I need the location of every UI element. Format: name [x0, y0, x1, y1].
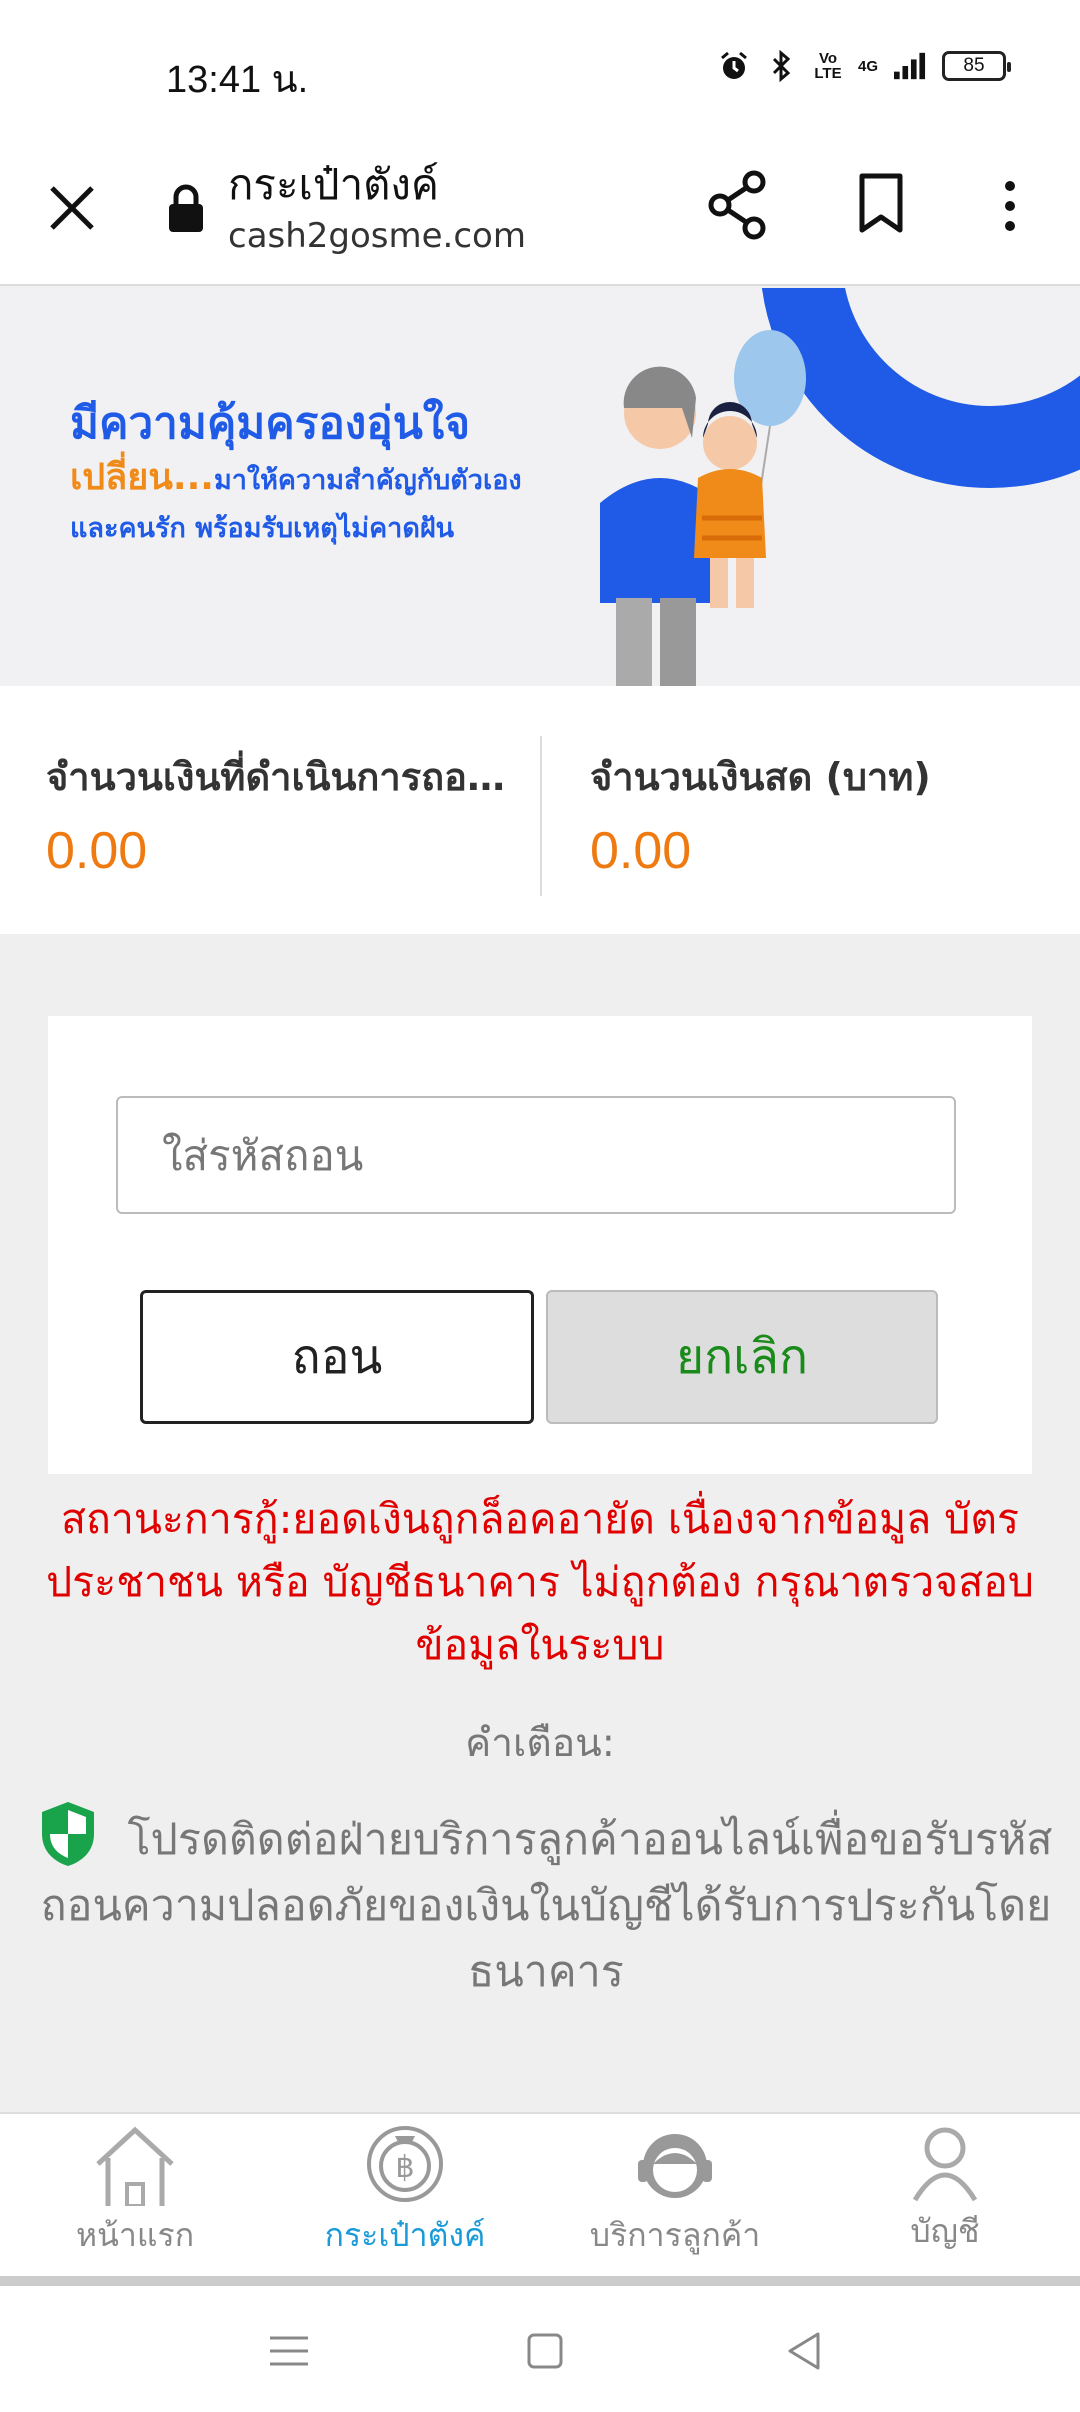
processing-amount-label: จำนวนเงินที่ดำเนินการถอน (บาท) — [46, 755, 530, 799]
volte-icon: Vo LTE — [814, 50, 842, 82]
back-icon[interactable] — [780, 2326, 830, 2376]
bottom-tab-bar: หน้าแรก ฿ กระเป๋าตังค์ บริการลูกค้า บัญช… — [0, 2112, 1080, 2276]
signal-icon — [894, 50, 926, 82]
battery-icon: 85 — [942, 51, 1011, 81]
tabbar-shadow — [0, 2276, 1080, 2286]
page-title: กระเป๋าตังค์ — [228, 160, 440, 209]
amount-summary: จำนวนเงินที่ดำเนินการถอน (บาท) 0.00 จำนว… — [0, 686, 1080, 934]
bookmark-icon[interactable] — [856, 172, 906, 236]
page-url[interactable]: cash2gosme.com — [228, 216, 526, 256]
tab-home[interactable]: หน้าแรก — [0, 2114, 270, 2278]
amount-divider — [540, 736, 542, 896]
tab-wallet[interactable]: ฿ กระเป๋าตังค์ — [270, 2114, 540, 2278]
alarm-icon — [718, 50, 750, 82]
system-nav-bar — [0, 2286, 1080, 2412]
family-illustration — [600, 330, 806, 686]
bluetooth-icon — [766, 50, 798, 82]
processing-amount: จำนวนเงินที่ดำเนินการถอน (บาท) 0.00 — [46, 746, 530, 881]
cash-amount: จำนวนเงินสด (บาท) 0.00 — [590, 746, 1060, 881]
cash-amount-label: จำนวนเงินสด (บาท) — [590, 755, 931, 799]
recent-apps-icon[interactable] — [264, 2326, 314, 2376]
cash-amount-value: 0.00 — [590, 822, 692, 880]
cancel-button[interactable]: ยกเลิก — [546, 1290, 938, 1424]
banner-subline-rest: มาให้ความสำคัญกับตัวเอง — [213, 465, 522, 496]
home-icon — [96, 2126, 174, 2206]
withdraw-button[interactable]: ถอน — [140, 1290, 534, 1424]
withdraw-form: ถอน ยกเลิก — [48, 1016, 1032, 1474]
account-icon — [912, 2127, 978, 2202]
status-icons: Vo LTE 4G 85 — [718, 50, 1011, 82]
tab-customer-service-label: บริการลูกค้า — [589, 2216, 761, 2254]
svg-text:฿: ฿ — [395, 2150, 414, 2185]
tab-account-label: บัญชี — [910, 2212, 980, 2250]
lock-icon[interactable] — [166, 184, 206, 234]
warning-title: คำเตือน: — [465, 1721, 615, 1766]
tab-customer-service[interactable]: บริการลูกค้า — [540, 2114, 810, 2278]
share-icon[interactable] — [706, 170, 770, 240]
more-vert-icon[interactable] — [990, 176, 1030, 236]
tab-wallet-label: กระเป๋าตังค์ — [324, 2216, 486, 2254]
banner-tagline: และคนรัก พร้อมรับเหตุไม่คาดฝัน — [70, 513, 455, 544]
warning-body-text: โปรดติดต่อฝ่ายบริการลูกค้าออนไลน์เพื่อขอ… — [40, 1815, 1053, 1997]
baht-bag-icon: ฿ — [367, 2126, 443, 2202]
browser-toolbar: กระเป๋าตังค์ cash2gosme.com — [0, 140, 1080, 286]
close-icon[interactable] — [44, 180, 100, 236]
warning-message: โปรดติดต่อฝ่ายบริการลูกค้าออนไลน์เพื่อขอ… — [16, 1800, 1076, 2005]
home-button-icon[interactable] — [520, 2326, 570, 2376]
status-time: 13:41 น. — [166, 59, 309, 101]
promo-banner[interactable]: มีความคุ้มครองอุ่นใจ เปลี่ยน...มาให้ความ… — [0, 288, 1080, 686]
banner-subline: เปลี่ยน...มาให้ความสำคัญกับตัวเอง — [70, 448, 522, 505]
tab-account[interactable]: บัญชี — [810, 2114, 1080, 2278]
network-type: 4G — [857, 57, 878, 75]
status-bar: 13:41 น. Vo LTE 4G 85 — [0, 0, 1080, 140]
customer-service-icon — [638, 2134, 712, 2198]
shield-icon — [42, 1802, 95, 1866]
withdraw-code-input[interactable] — [116, 1096, 956, 1214]
banner-highlight: เปลี่ยน... — [70, 457, 214, 498]
loan-status-message: สถานะการกู้:ยอดเงินถูกล็อคอายัด เนื่องจา… — [46, 1495, 1034, 1669]
processing-amount-value: 0.00 — [46, 822, 148, 880]
tab-home-label: หน้าแรก — [75, 2216, 195, 2254]
